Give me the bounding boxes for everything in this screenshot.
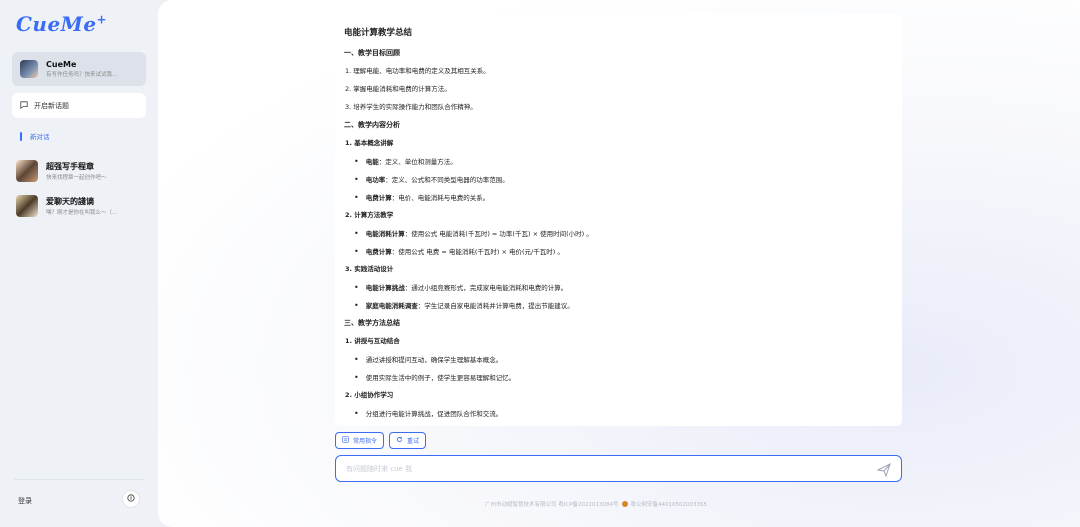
bullet-term: 电费计算 — [365, 248, 392, 256]
section-heading: 一、教学目标回顾 — [344, 49, 892, 67]
line-text: ：使用公式 电费 = 电能消耗(千瓦时) × 电价(元/千瓦时) 。 — [391, 248, 564, 256]
info-icon — [127, 494, 135, 504]
paragraph: 1. 理解电能、电功率和电费的定义及其相互关系。 — [344, 67, 892, 85]
app-logo[interactable]: CueMe+ — [16, 12, 107, 36]
command-icon — [342, 436, 349, 445]
bullet-term: 电能 — [365, 158, 379, 166]
subsection-heading: 1. 讲授与互动结合 — [344, 337, 892, 355]
subsection-heading: 3. 实践活动设计 — [344, 265, 892, 283]
bullet-term: 电能消耗计算 — [365, 230, 405, 238]
refresh-icon — [396, 436, 403, 445]
agent-avatar — [20, 60, 38, 78]
bullet-term: 家庭电能消耗调查 — [365, 302, 418, 310]
line-text: 3. 培养学生的实际操作能力和团队合作精神。 — [345, 103, 477, 111]
icp-text[interactable]: 广州市动翅智慧技术有限公司 粤ICP备2022013084号 — [485, 500, 619, 508]
line-text: ：学生记录自家电能消耗并计算电费，提出节能建议。 — [417, 302, 574, 310]
subsection-heading: 1. 基本概念讲解 — [344, 139, 892, 157]
chip-label: 常用指令 — [353, 438, 378, 445]
chip-label: 重试 — [407, 438, 420, 445]
logo-text: CueMe — [16, 12, 97, 36]
new-chat-icon — [20, 100, 28, 111]
paragraph: 2. 掌握电能消耗和电费的计算方法。 — [344, 85, 892, 103]
line-text: 3. 实践活动设计 — [345, 265, 394, 273]
logo-plus: + — [96, 12, 108, 27]
line-text: 通过讲授和提问互动，确保学生理解基本概念。 — [365, 356, 503, 364]
line-text: ：通过小组竞赛形式，完成家电电能消耗和电费的计算。 — [404, 284, 568, 292]
police-badge-icon — [621, 501, 628, 507]
bullet-item: 电能：定义、单位和测量方法。 — [344, 157, 892, 175]
line-text: 2. 计算方法教学 — [345, 211, 394, 219]
line-text: 二、教学内容分析 — [344, 121, 400, 129]
bullet-item: 分组进行电能计算挑战，促进团队合作和交流。 — [344, 409, 892, 426]
line-text: 2. 小组协作学习 — [345, 391, 394, 399]
paragraph: 3. 培养学生的实际操作能力和团队合作精神。 — [344, 103, 892, 121]
common-commands-button[interactable]: 常用指令 — [335, 432, 385, 449]
agent-name: CueMe — [46, 60, 77, 69]
sidebar-divider — [14, 479, 144, 480]
line-text: ：使用公式 电能消耗(千瓦时) = 功率(千瓦) × 使用时间(小时) 。 — [404, 230, 593, 238]
bullet-term: 电功率 — [365, 176, 386, 184]
quick-actions: 常用指令 重试 — [335, 432, 427, 449]
bullet-item: 电能计算挑战：通过小组竞赛形式，完成家电电能消耗和电费的计算。 — [344, 283, 892, 301]
agent-name: 爱聊天的諓谪 — [46, 197, 94, 206]
bullet-item: 电功率：定义、公式和不同类型电器的功率范围。 — [344, 175, 892, 193]
document-body: 一、教学目标回顾 1. 理解电能、电功率和电费的定义及其相互关系。 2. 掌握电能消… — [344, 49, 892, 426]
document-title: 电能计算教学总结 — [344, 28, 413, 38]
bullet-term: 电能计算挑战 — [365, 284, 405, 292]
line-text: 1. 理解电能、电功率和电费的定义及其相互关系。 — [345, 67, 490, 75]
footer: 广州市动翅智慧技术有限公司 粤ICP备2022013084号 粤公网安备4401… — [485, 500, 707, 508]
line-text: 一、教学目标回顾 — [344, 49, 400, 57]
assistant-message-document: 电能计算教学总结 一、教学目标回顾 1. 理解电能、电功率和电费的定义及其相互关系… — [335, 14, 902, 426]
active-indicator — [20, 131, 22, 141]
bullet-item: 电费计算：电价、电能消耗与电费的关系。 — [344, 193, 892, 211]
agent-list-item[interactable]: 超强写手程章 快来找程章一起创作吧～ — [16, 160, 150, 182]
bullet-item: 电费计算：使用公式 电费 = 电能消耗(千瓦时) × 电价(元/千瓦时) 。 — [344, 247, 892, 265]
info-button[interactable] — [122, 490, 140, 508]
line-text: ：定义、单位和测量方法。 — [378, 158, 457, 166]
bullet-item: 使用实际生活中的例子，使学生更容易理解和记忆。 — [344, 373, 892, 391]
section-heading: 二、教学内容分析 — [344, 121, 892, 139]
bullet-term: 电费计算 — [365, 194, 392, 202]
send-icon[interactable] — [876, 462, 891, 477]
agent-subtitle: 快来找程章一起创作吧～ — [46, 175, 107, 181]
conversation-label: 新对话 — [30, 133, 50, 141]
agent-subtitle: 嘿？刚才是你在叫我么～（... — [46, 210, 118, 216]
new-topic-label: 开启新话题 — [34, 101, 69, 110]
line-text: 1. 基本概念讲解 — [345, 139, 394, 147]
police-text[interactable]: 粤公网安备44010502003355 — [631, 500, 708, 508]
retry-button[interactable]: 重试 — [389, 432, 427, 449]
agent-avatar — [16, 160, 38, 182]
agent-avatar — [16, 195, 38, 217]
active-agent-card[interactable]: CueMe 有写作任务吗？快来试试我... — [12, 52, 146, 86]
agent-list-item[interactable]: 爱聊天的諓谪 嘿？刚才是你在叫我么～（... — [16, 195, 150, 217]
line-text: ：定义、公式和不同类型电器的功率范围。 — [385, 176, 509, 184]
subsection-heading: 2. 计算方法教学 — [344, 211, 892, 229]
sidebar: CueMe+ CueMe 有写作任务吗？快来试试我... 开启新话题 新对话 超… — [0, 0, 158, 527]
bullet-item: 家庭电能消耗调查：学生记录自家电能消耗并计算电费，提出节能建议。 — [344, 301, 892, 319]
line-text: 分组进行电能计算挑战，促进团队合作和交流。 — [365, 410, 503, 418]
line-text: 使用实际生活中的例子，使学生更容易理解和记忆。 — [365, 374, 516, 382]
line-text: 三、教学方法总结 — [344, 319, 400, 327]
subsection-heading: 2. 小组协作学习 — [344, 391, 892, 409]
chat-input-box[interactable] — [335, 455, 902, 482]
line-text: ：电价、电能消耗与电费的关系。 — [391, 194, 490, 202]
conversation-item-current[interactable]: 新对话 — [20, 131, 50, 141]
login-link[interactable]: 登录 — [18, 496, 32, 506]
agent-name: 超强写手程章 — [46, 162, 94, 171]
line-text: 1. 讲授与互动结合 — [345, 337, 400, 345]
section-heading: 三、教学方法总结 — [344, 319, 892, 337]
chat-input[interactable] — [346, 464, 877, 473]
agent-subtitle: 有写作任务吗？快来试试我... — [46, 72, 118, 78]
new-topic-button[interactable]: 开启新话题 — [12, 93, 146, 118]
bullet-item: 通过讲授和提问互动，确保学生理解基本概念。 — [344, 355, 892, 373]
line-text: 2. 掌握电能消耗和电费的计算方法。 — [345, 85, 451, 93]
bullet-item: 电能消耗计算：使用公式 电能消耗(千瓦时) = 功率(千瓦) × 使用时间(小时… — [344, 229, 892, 247]
